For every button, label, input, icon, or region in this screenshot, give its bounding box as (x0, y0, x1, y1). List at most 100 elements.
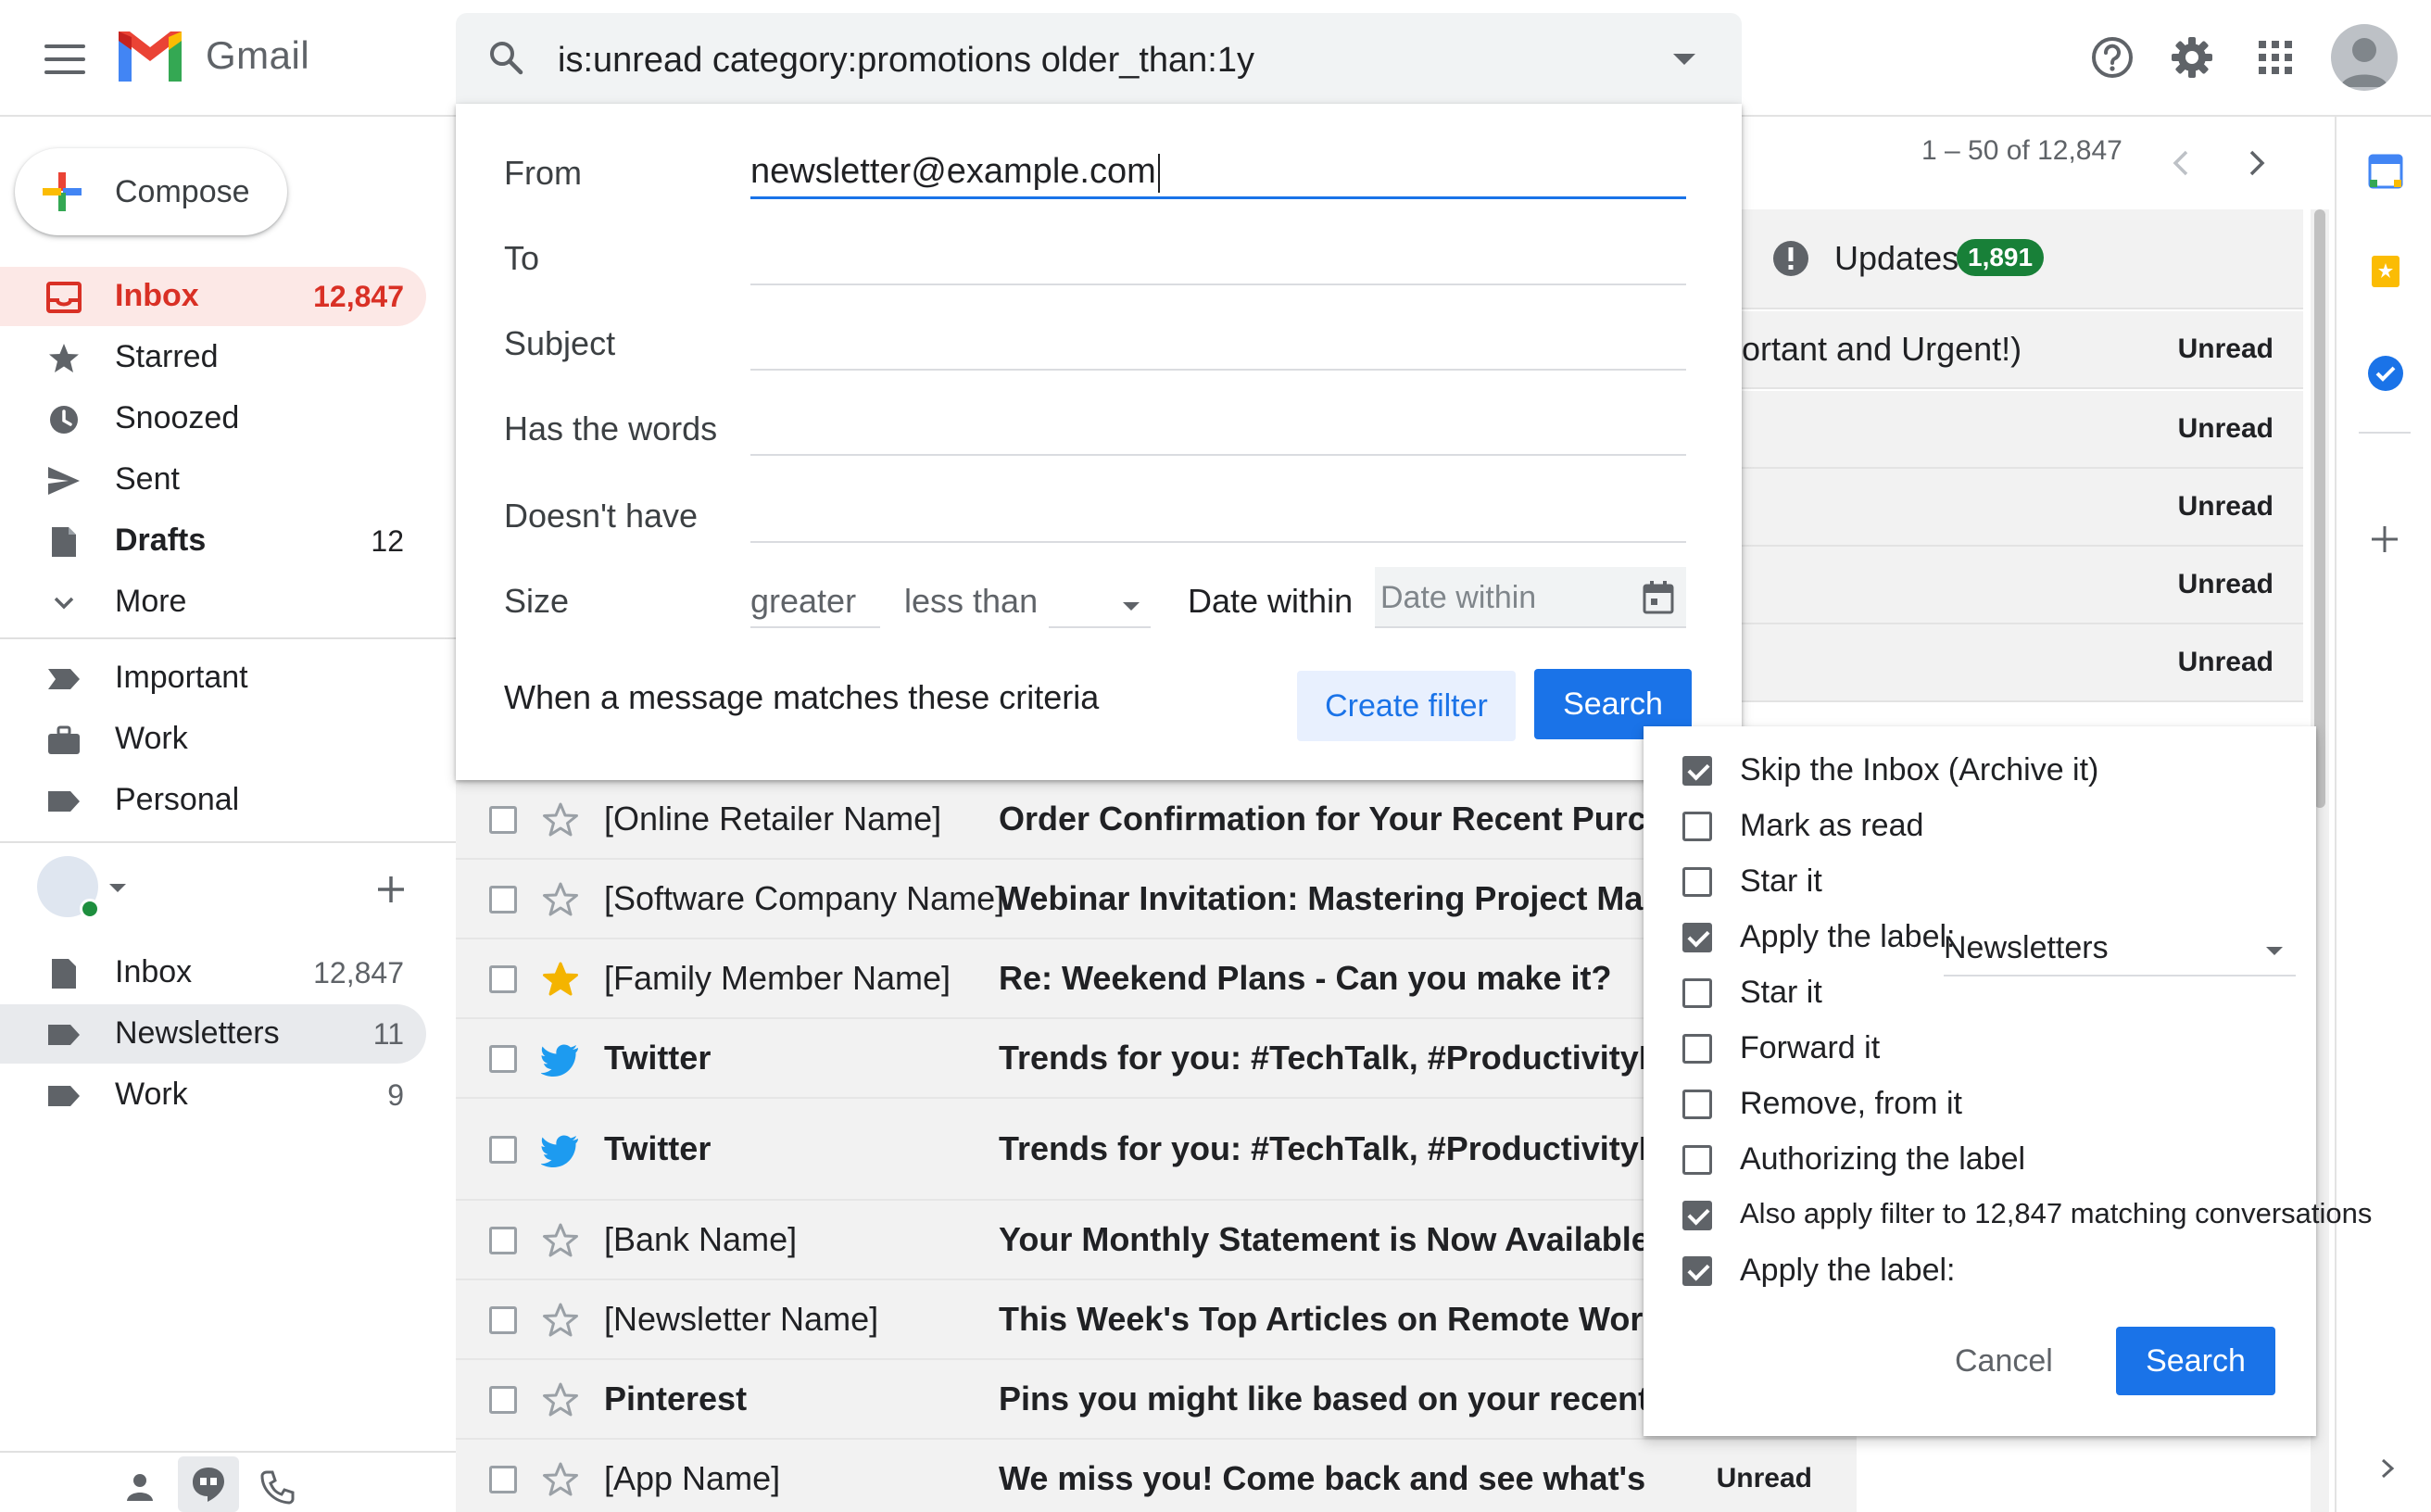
add-addon-icon[interactable] (2368, 523, 2401, 556)
star-outline-icon[interactable] (541, 1381, 580, 1418)
compose-button[interactable]: Compose (15, 148, 287, 235)
row-checkbox[interactable] (489, 1227, 517, 1254)
calendar-app-icon[interactable] (2368, 154, 2403, 189)
sidebar-item-more[interactable]: More (0, 573, 426, 632)
cancel-button[interactable]: Cancel (1955, 1343, 2053, 1380)
subject-field[interactable] (750, 369, 1686, 371)
scrollbar-thumb[interactable] (2314, 209, 2325, 808)
contacts-person-icon[interactable] (122, 1469, 157, 1505)
size-operator-less-than[interactable]: less than (904, 582, 1038, 621)
status-dropdown-icon[interactable] (109, 884, 126, 892)
has-words-field[interactable] (750, 454, 1686, 456)
size-value-field[interactable] (1049, 626, 1151, 628)
filter-option-checkbox[interactable] (1682, 1090, 1712, 1119)
previous-page-icon[interactable] (2168, 146, 2196, 180)
star-outline-icon[interactable] (541, 1461, 580, 1498)
account-avatar[interactable] (2331, 24, 2398, 91)
filter-option-checkbox[interactable] (1682, 978, 1712, 1008)
search-input[interactable]: is:unread category:promotions older_than… (558, 41, 1254, 81)
star-outline-icon[interactable] (541, 1222, 580, 1259)
sidebar-item-starred[interactable]: Starred (0, 328, 426, 387)
sidebar-item-inbox-secondary[interactable]: Inbox 12,847 (0, 943, 426, 1002)
sidebar-item-snoozed[interactable]: Snoozed (0, 389, 426, 448)
sidebar-item-sent[interactable]: Sent (0, 450, 426, 510)
filter-option[interactable]: Authorizing the label (1682, 1138, 2294, 1184)
filter-option-checkbox[interactable] (1682, 1256, 1712, 1286)
email-sender: [Software Company Name] (604, 879, 1005, 917)
starred-icon[interactable] (541, 961, 580, 998)
list-item[interactable]: Unread (1742, 624, 2303, 702)
list-item[interactable]: Unread (1742, 391, 2303, 469)
email-row[interactable]: [App Name] We miss you! Come back and see… (456, 1440, 1857, 1512)
filter-option[interactable]: Skip the Inbox (Archive it) (1682, 749, 2294, 795)
filter-option-checkbox[interactable] (1682, 756, 1712, 786)
calendar-icon[interactable] (1642, 580, 1675, 615)
filter-option-label: Skip the Inbox (Archive it) (1740, 752, 2099, 788)
sidebar-item-work[interactable]: Work (0, 710, 426, 769)
size-unit-dropdown-icon[interactable] (1123, 602, 1140, 611)
date-within-field[interactable]: Date within (1375, 567, 1686, 628)
row-checkbox[interactable] (489, 806, 517, 834)
list-item[interactable]: Unread (1742, 547, 2303, 624)
twitter-bird-icon[interactable] (541, 1040, 580, 1077)
star-outline-icon[interactable] (541, 801, 580, 838)
filter-option-checkbox[interactable] (1682, 867, 1712, 897)
row-checkbox[interactable] (489, 965, 517, 993)
popup-search-button[interactable]: Search (2116, 1327, 2275, 1395)
filter-option-checkbox[interactable] (1682, 1201, 1712, 1230)
main-menu-icon[interactable] (44, 44, 85, 74)
row-checkbox[interactable] (489, 1386, 517, 1414)
filter-option-checkbox[interactable] (1682, 923, 1712, 952)
twitter-bird-icon[interactable] (541, 1131, 580, 1168)
keep-notes-icon[interactable] (2368, 254, 2403, 289)
row-checkbox[interactable] (489, 1306, 517, 1334)
expand-panel-chevron-icon[interactable] (2377, 1453, 2398, 1484)
doesnt-have-field[interactable] (750, 541, 1686, 543)
sidebar-item-drafts[interactable]: Drafts 12 (0, 511, 426, 571)
size-operator-greater[interactable]: greater (750, 582, 856, 621)
filter-option[interactable]: Star it (1682, 971, 2294, 1017)
list-item[interactable]: ortant and Urgent!) Unread (1742, 311, 2303, 389)
clock-icon (50, 406, 78, 434)
add-icon[interactable] (374, 873, 408, 906)
to-field[interactable] (750, 284, 1686, 285)
next-page-icon[interactable] (2242, 146, 2270, 180)
help-icon[interactable] (2086, 32, 2138, 83)
star-outline-icon[interactable] (541, 1302, 580, 1339)
filter-option[interactable]: Forward it (1682, 1027, 2294, 1073)
row-checkbox[interactable] (489, 886, 517, 914)
filter-option-checkbox[interactable] (1682, 812, 1712, 841)
sidebar-item-personal[interactable]: Personal (0, 771, 426, 830)
gmail-logo-icon[interactable] (115, 28, 185, 83)
sidebar-item-work-secondary[interactable]: Work 9 (0, 1065, 426, 1125)
filter-option[interactable]: Star it (1682, 860, 2294, 906)
from-field[interactable]: newsletter@example.com (750, 152, 1160, 193)
label-select[interactable]: Newsletters (1944, 926, 2296, 976)
filter-option[interactable]: Apply the label: (1682, 1249, 2294, 1295)
row-checkbox[interactable] (489, 1136, 517, 1164)
tab-updates[interactable]: Updates 1,891 (1742, 209, 2303, 309)
apps-grid-icon[interactable] (2249, 32, 2301, 83)
row-checkbox[interactable] (489, 1466, 517, 1493)
filter-option[interactable]: Also apply filter to 12,847 matching con… (1682, 1193, 2372, 1240)
hangouts-tab[interactable] (178, 1456, 239, 1512)
row-checkbox[interactable] (489, 1045, 517, 1073)
list-item[interactable]: Unread (1742, 469, 2303, 547)
filter-option[interactable]: Remove, from it (1682, 1082, 2294, 1128)
sidebar-item-important[interactable]: Important (0, 649, 426, 708)
search-options-dropdown-icon[interactable] (1673, 54, 1695, 65)
hangouts-avatar[interactable] (37, 856, 100, 919)
tasks-check-icon[interactable] (2366, 354, 2405, 393)
star-outline-icon[interactable] (541, 881, 580, 918)
search-icon[interactable] (487, 39, 524, 76)
search-bar[interactable]: is:unread category:promotions older_than… (456, 13, 1742, 104)
settings-gear-icon[interactable] (2166, 32, 2218, 83)
phone-icon[interactable] (259, 1469, 295, 1505)
filter-option[interactable]: Mark as read (1682, 804, 2294, 850)
label-select-value: Newsletters (1944, 930, 2109, 965)
create-filter-button[interactable]: Create filter (1297, 671, 1516, 741)
sidebar-item-newsletters[interactable]: Newsletters 11 (0, 1004, 426, 1064)
sidebar-item-inbox[interactable]: Inbox 12,847 (0, 267, 426, 326)
filter-option-checkbox[interactable] (1682, 1034, 1712, 1064)
filter-option-checkbox[interactable] (1682, 1145, 1712, 1175)
